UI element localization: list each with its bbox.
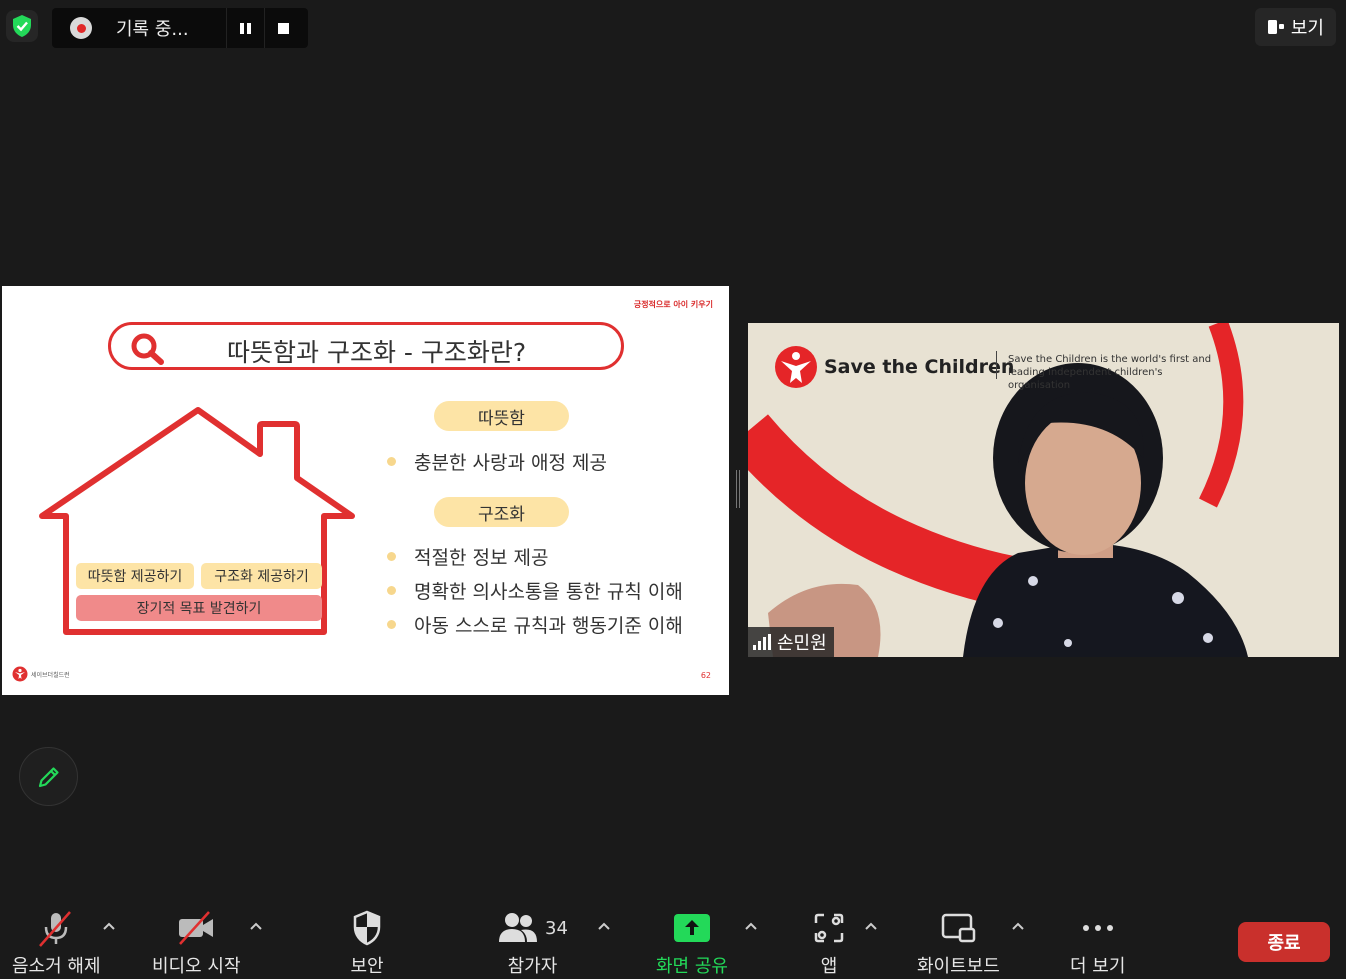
whiteboard-icon xyxy=(942,913,976,943)
pill-structure: 구조화 xyxy=(434,497,569,527)
security-shield-icon xyxy=(353,910,381,946)
more-dots-icon xyxy=(1082,925,1113,931)
more-button[interactable]: 더 보기 xyxy=(1070,908,1125,978)
recording-icon xyxy=(70,17,92,39)
apps-options-caret[interactable] xyxy=(863,918,879,934)
save-the-children-logo-icon xyxy=(12,666,28,682)
zoom-meeting-window: 기록 중... 보기 긍정적으로 아이 키우기 따뜻함과 구조화 - 구조화란?… xyxy=(0,0,1346,979)
whiteboard-options-caret[interactable] xyxy=(1010,918,1026,934)
share-options-caret[interactable] xyxy=(743,918,759,934)
whiteboard-button[interactable]: 화이트보드 xyxy=(917,908,1000,978)
microphone-muted-icon xyxy=(39,911,72,947)
participants-count: 34 xyxy=(545,917,568,939)
participants-label: 참가자 xyxy=(507,956,558,977)
slide-header: 긍정적으로 아이 키우기 xyxy=(633,300,713,309)
pause-icon xyxy=(240,22,251,34)
bullet-item: 충분한 사랑과 애정 제공 xyxy=(387,448,607,475)
whiteboard-label: 화이트보드 xyxy=(917,956,1000,977)
save-the-children-logo-icon xyxy=(775,346,817,388)
house-tag-structure: 구조화 제공하기 xyxy=(201,563,322,589)
end-meeting-button[interactable]: 종료 xyxy=(1238,922,1330,962)
share-screen-label: 화면 공유 xyxy=(656,956,728,977)
apps-button[interactable]: 앱 xyxy=(812,908,846,978)
brand-divider xyxy=(996,351,997,379)
recording-bar: 기록 중... xyxy=(52,8,308,48)
pause-recording-button[interactable] xyxy=(226,8,264,48)
shared-screen-slide[interactable]: 긍정적으로 아이 키우기 따뜻함과 구조화 - 구조화란? 따뜻함 제공하기 구… xyxy=(2,286,729,695)
stop-recording-button[interactable] xyxy=(264,8,302,48)
apps-label: 앱 xyxy=(820,956,838,977)
slide-title: 따뜻함과 구조화 - 구조화란? xyxy=(227,338,527,367)
security-button[interactable]: 보안 xyxy=(347,908,387,978)
view-layout-icon xyxy=(1267,20,1284,34)
participants-button[interactable]: 34 참가자 xyxy=(497,908,568,978)
video-brand-tagline: Save the Children is the world's first a… xyxy=(1008,354,1212,391)
video-brand-text: Save the Children xyxy=(824,356,1015,378)
apps-icon xyxy=(814,913,844,943)
house-tag-warmth: 따뜻함 제공하기 xyxy=(76,563,194,589)
participants-options-caret[interactable] xyxy=(596,918,612,934)
video-off-icon xyxy=(179,911,214,945)
view-button-label: 보기 xyxy=(1290,18,1324,39)
chevron-up-icon xyxy=(865,922,877,930)
chevron-up-icon xyxy=(250,922,262,930)
bullet-item: 아동 스스로 규칙과 행동기준 이해 xyxy=(387,611,683,638)
participant-video[interactable]: Save the Children Save the Children is t… xyxy=(748,323,1339,657)
unmute-button[interactable]: 음소거 해제 xyxy=(12,908,101,978)
unmute-label: 음소거 해제 xyxy=(12,956,101,977)
chevron-up-icon xyxy=(745,922,757,930)
house-tag-long-term-goal: 장기적 목표 발견하기 xyxy=(76,595,322,621)
share-screen-icon xyxy=(673,914,710,942)
participant-name-tag: 손민원 xyxy=(748,627,834,657)
video-options-caret[interactable] xyxy=(248,918,264,934)
more-label: 더 보기 xyxy=(1070,956,1126,977)
view-button[interactable]: 보기 xyxy=(1254,8,1336,46)
magnifier-icon xyxy=(131,333,164,365)
recording-label: 기록 중... xyxy=(116,19,189,40)
chevron-up-icon xyxy=(1012,922,1024,930)
audio-options-caret[interactable] xyxy=(101,918,117,934)
encryption-shield-icon[interactable] xyxy=(6,10,38,42)
slide-title-box: 따뜻함과 구조화 - 구조화란? xyxy=(108,322,624,370)
pill-warmth: 따뜻함 xyxy=(434,401,569,431)
annotate-pencil-button[interactable] xyxy=(19,747,78,806)
start-video-label: 비디오 시작 xyxy=(152,956,241,977)
participant-name: 손민원 xyxy=(777,633,827,654)
pencil-icon xyxy=(38,766,59,787)
start-video-button[interactable]: 비디오 시작 xyxy=(152,908,241,978)
stop-icon xyxy=(278,22,289,34)
security-label: 보안 xyxy=(350,956,384,977)
bullet-item: 적절한 정보 제공 xyxy=(387,543,548,570)
slide-page-number: 62 xyxy=(700,671,711,680)
slide-logo: 세이브더칠드런 xyxy=(12,666,70,682)
share-screen-button[interactable]: 화면 공유 xyxy=(656,908,728,978)
bullet-item: 명확한 의사소통을 통한 규칙 이해 xyxy=(387,577,683,604)
connection-signal-icon xyxy=(753,634,771,650)
chevron-up-icon xyxy=(103,922,115,930)
participants-icon xyxy=(499,913,537,942)
chevron-up-icon xyxy=(598,922,610,930)
panel-resize-handle[interactable] xyxy=(735,470,741,508)
